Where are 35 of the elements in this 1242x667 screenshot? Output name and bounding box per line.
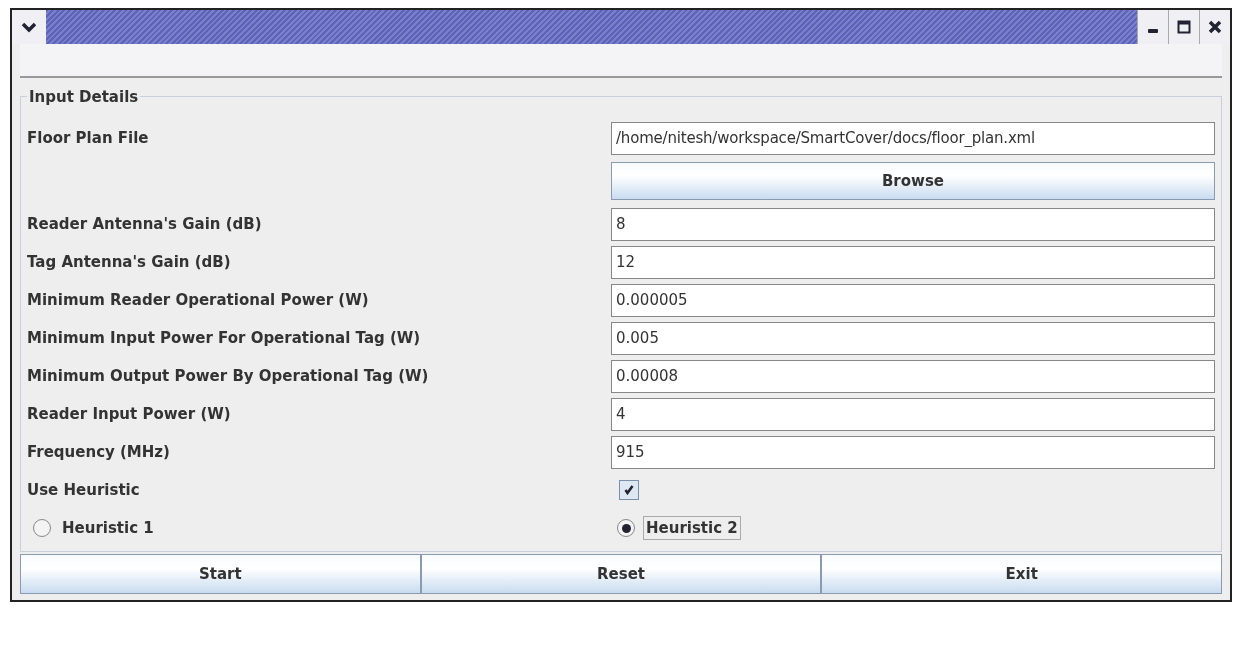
text-field[interactable]: 12 <box>611 245 1215 279</box>
field-label: Use Heuristic <box>27 479 141 501</box>
browse-button[interactable]: Browse <box>611 162 1215 200</box>
text-field[interactable]: 0.005 <box>611 321 1215 355</box>
close-icon <box>1208 20 1222 34</box>
minimize-button[interactable] <box>1137 10 1168 44</box>
field-label: Floor Plan File <box>27 127 150 149</box>
field-label: Minimum Output Power By Operational Tag (W) <box>27 365 430 387</box>
maximize-button[interactable] <box>1168 10 1199 44</box>
action-button[interactable]: Reset <box>420 554 822 594</box>
window-menu-button[interactable] <box>12 10 46 44</box>
field-label: Minimum Reader Operational Power (W) <box>27 289 370 311</box>
field-label: Reader Input Power (W) <box>27 403 232 425</box>
action-button[interactable]: Start <box>20 554 421 594</box>
field-label: Minimum Input Power For Operational Tag (W) <box>27 327 422 349</box>
chevron-down-icon <box>21 21 37 33</box>
text-field[interactable]: 8 <box>611 207 1215 241</box>
field-label: Reader Antenna's Gain (dB) <box>27 213 263 235</box>
radio-label[interactable]: Heuristic 2 <box>643 515 741 541</box>
text-field[interactable]: /home/nitesh/workspace/SmartCover/docs/floor_plan.xml <box>611 121 1215 155</box>
checkbox[interactable] <box>619 480 639 500</box>
action-button[interactable]: Exit <box>821 554 1222 594</box>
minimize-icon <box>1148 29 1158 33</box>
radio-button[interactable] <box>617 519 635 537</box>
check-icon <box>624 485 634 495</box>
field-label: Frequency (MHz) <box>27 441 171 463</box>
radio-label[interactable]: Heuristic 1 <box>59 515 157 541</box>
close-button[interactable] <box>1199 10 1230 44</box>
radio-button[interactable] <box>33 519 51 537</box>
text-field[interactable]: 4 <box>611 397 1215 431</box>
text-field[interactable]: 0.000005 <box>611 283 1215 317</box>
field-label: Tag Antenna's Gain (dB) <box>27 251 232 273</box>
text-field[interactable]: 0.00008 <box>611 359 1215 393</box>
text-field[interactable]: 915 <box>611 435 1215 469</box>
maximize-icon <box>1177 20 1191 34</box>
